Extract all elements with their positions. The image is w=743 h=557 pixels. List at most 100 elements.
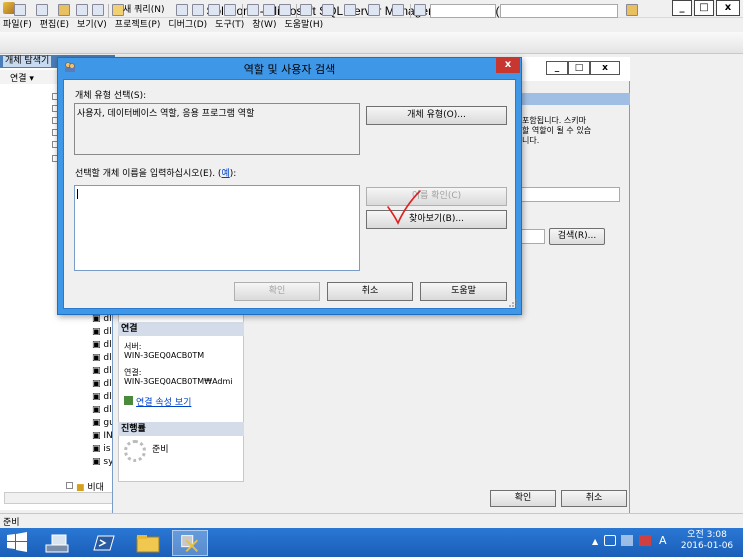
search-button[interactable]: 검색(R)... (549, 228, 605, 245)
menu-project[interactable]: 프로젝트(P) (115, 18, 161, 32)
ssms-task-button[interactable] (172, 530, 208, 556)
solution-config-combo[interactable] (430, 4, 496, 18)
dialog-title: 역할 및 사용자 검색 (243, 63, 336, 76)
maximize-button[interactable]: □ (694, 0, 714, 16)
server-value: WIN-3GEQ0ACB0TM (124, 351, 205, 360)
connection-section-header: 연결 (118, 322, 244, 336)
menu-help[interactable]: 도움말(H) (284, 18, 323, 32)
user-icon: ▣ (92, 379, 101, 389)
network-icon[interactable] (604, 535, 616, 546)
object-names-input[interactable] (74, 185, 360, 271)
clock[interactable]: 오전 3:08 2016-01-06 (676, 530, 738, 552)
close-button[interactable]: x (716, 0, 740, 16)
menu-file[interactable]: 파일(F) (3, 18, 32, 32)
schema-field[interactable] (520, 229, 545, 244)
view-connection-properties-link[interactable]: 연결 속성 보기 (136, 395, 191, 408)
activity-monitor-icon[interactable] (392, 4, 404, 16)
user-icon: ▣ (92, 366, 101, 376)
help-button[interactable]: 도움말 (420, 282, 507, 301)
powershell-icon[interactable] (86, 530, 122, 556)
tree-item[interactable]: ▣ dl (92, 314, 112, 324)
windows-start-icon[interactable] (6, 531, 28, 553)
paste-icon[interactable] (279, 4, 291, 16)
login-maximize-button[interactable]: □ (568, 61, 590, 75)
copy-icon[interactable] (263, 4, 275, 16)
red-checkmark-annotation (387, 190, 421, 225)
tree-item[interactable]: ▣ dl (92, 340, 112, 350)
start-debug-icon[interactable] (414, 4, 426, 16)
user-icon: ▣ (92, 431, 101, 441)
db-engine-query-icon[interactable] (176, 4, 188, 16)
navigate-icon[interactable] (344, 4, 356, 16)
file-explorer-icon[interactable] (130, 530, 166, 556)
object-type-label: 개체 유형 선택(S): (75, 91, 147, 101)
login-name-field[interactable] (520, 187, 620, 202)
object-types-button[interactable]: 개체 유형(O)... (366, 106, 507, 125)
toolbar-separator (296, 4, 297, 18)
examples-link[interactable]: 예 (221, 169, 229, 179)
tree-item[interactable]: ▣ dl (92, 327, 112, 337)
undo-icon[interactable] (300, 4, 312, 16)
object-explorer-tab[interactable]: 개체 탐색기 (3, 56, 52, 67)
tree-item[interactable]: ▣ IN (92, 431, 113, 441)
input-language-indicator[interactable]: A (659, 534, 667, 547)
login-ok-button[interactable]: 확인 (490, 490, 556, 507)
status-text: 준비 (3, 518, 20, 528)
tree-item[interactable]: ▣ dl (92, 379, 112, 389)
resize-grip-icon[interactable] (508, 298, 518, 308)
server-manager-icon[interactable] (42, 530, 78, 556)
login-cancel-button[interactable]: 취소 (561, 490, 627, 507)
tree-item[interactable]: ▣ sy (92, 457, 113, 467)
ime-icon[interactable] (621, 535, 633, 546)
mdx-query-icon[interactable] (208, 4, 220, 16)
toolbox-icon[interactable] (626, 4, 638, 16)
cut-icon[interactable] (247, 4, 259, 16)
user-icon: ▣ (92, 457, 101, 467)
tree-item[interactable]: ▣ dl (92, 405, 112, 415)
open-folder-icon[interactable] (58, 4, 70, 16)
menu-tools[interactable]: 도구(T) (215, 18, 244, 32)
user-icon: ▣ (92, 353, 101, 363)
login-close-button[interactable]: x (590, 61, 620, 75)
redo-icon[interactable] (322, 4, 334, 16)
flag-icon[interactable] (639, 535, 651, 546)
find-combo[interactable] (500, 4, 618, 18)
save-icon[interactable] (76, 4, 88, 16)
connect-dropdown[interactable]: 연결 ▾ (10, 71, 34, 84)
tree-item[interactable]: ▣ dl (92, 392, 112, 402)
tray-expand-icon[interactable]: ▲ (592, 537, 598, 546)
connection-value: WIN-3GEQ0ACB0TM₩Admi (124, 377, 233, 386)
login-minimize-button[interactable]: _ (546, 61, 568, 75)
minimize-button[interactable]: _ (672, 0, 692, 16)
save-all-icon[interactable] (92, 4, 104, 16)
ok-button[interactable]: 확인 (234, 282, 320, 301)
user-icon: ▣ (92, 444, 101, 454)
user-icon: ▣ (92, 327, 101, 337)
dmx-query-icon[interactable] (224, 4, 236, 16)
analysis-query-icon[interactable] (192, 4, 204, 16)
menu-debug[interactable]: 디버그(D) (168, 18, 207, 32)
horizontal-scrollbar[interactable] (4, 492, 114, 504)
menu-bar: 파일(F) 편집(E) 보기(V) 프로젝트(P) 디버그(D) 도구(T) 창… (0, 18, 743, 32)
clock-date: 2016-01-06 (680, 541, 734, 551)
new-project-icon[interactable] (14, 4, 26, 16)
user-icon: ▣ (92, 314, 101, 324)
menu-window[interactable]: 창(W) (252, 18, 276, 32)
tree-item[interactable]: ▣ dl (92, 353, 112, 363)
menu-view[interactable]: 보기(V) (77, 18, 107, 32)
user-icon: ▣ (92, 405, 101, 415)
right-header-strip (518, 93, 630, 105)
menu-edit[interactable]: 편집(E) (40, 18, 69, 32)
user-icon: ▣ (92, 340, 101, 350)
tree-item[interactable]: ▣ is (92, 444, 111, 454)
windows-icon[interactable] (368, 4, 380, 16)
tree-item[interactable]: ▣ dl (92, 366, 112, 376)
dialog-close-button[interactable]: x (496, 57, 520, 73)
progress-section-header: 진행률 (118, 422, 244, 436)
cancel-button[interactable]: 취소 (327, 282, 413, 301)
tree-expander[interactable] (66, 482, 73, 489)
add-item-icon[interactable] (36, 4, 48, 16)
object-type-value: 사용자, 데이터베이스 역할, 응용 프로그램 역할 (77, 109, 255, 119)
new-query-button[interactable]: 새 쿼리(N) (123, 4, 164, 16)
text-cursor (77, 189, 78, 199)
